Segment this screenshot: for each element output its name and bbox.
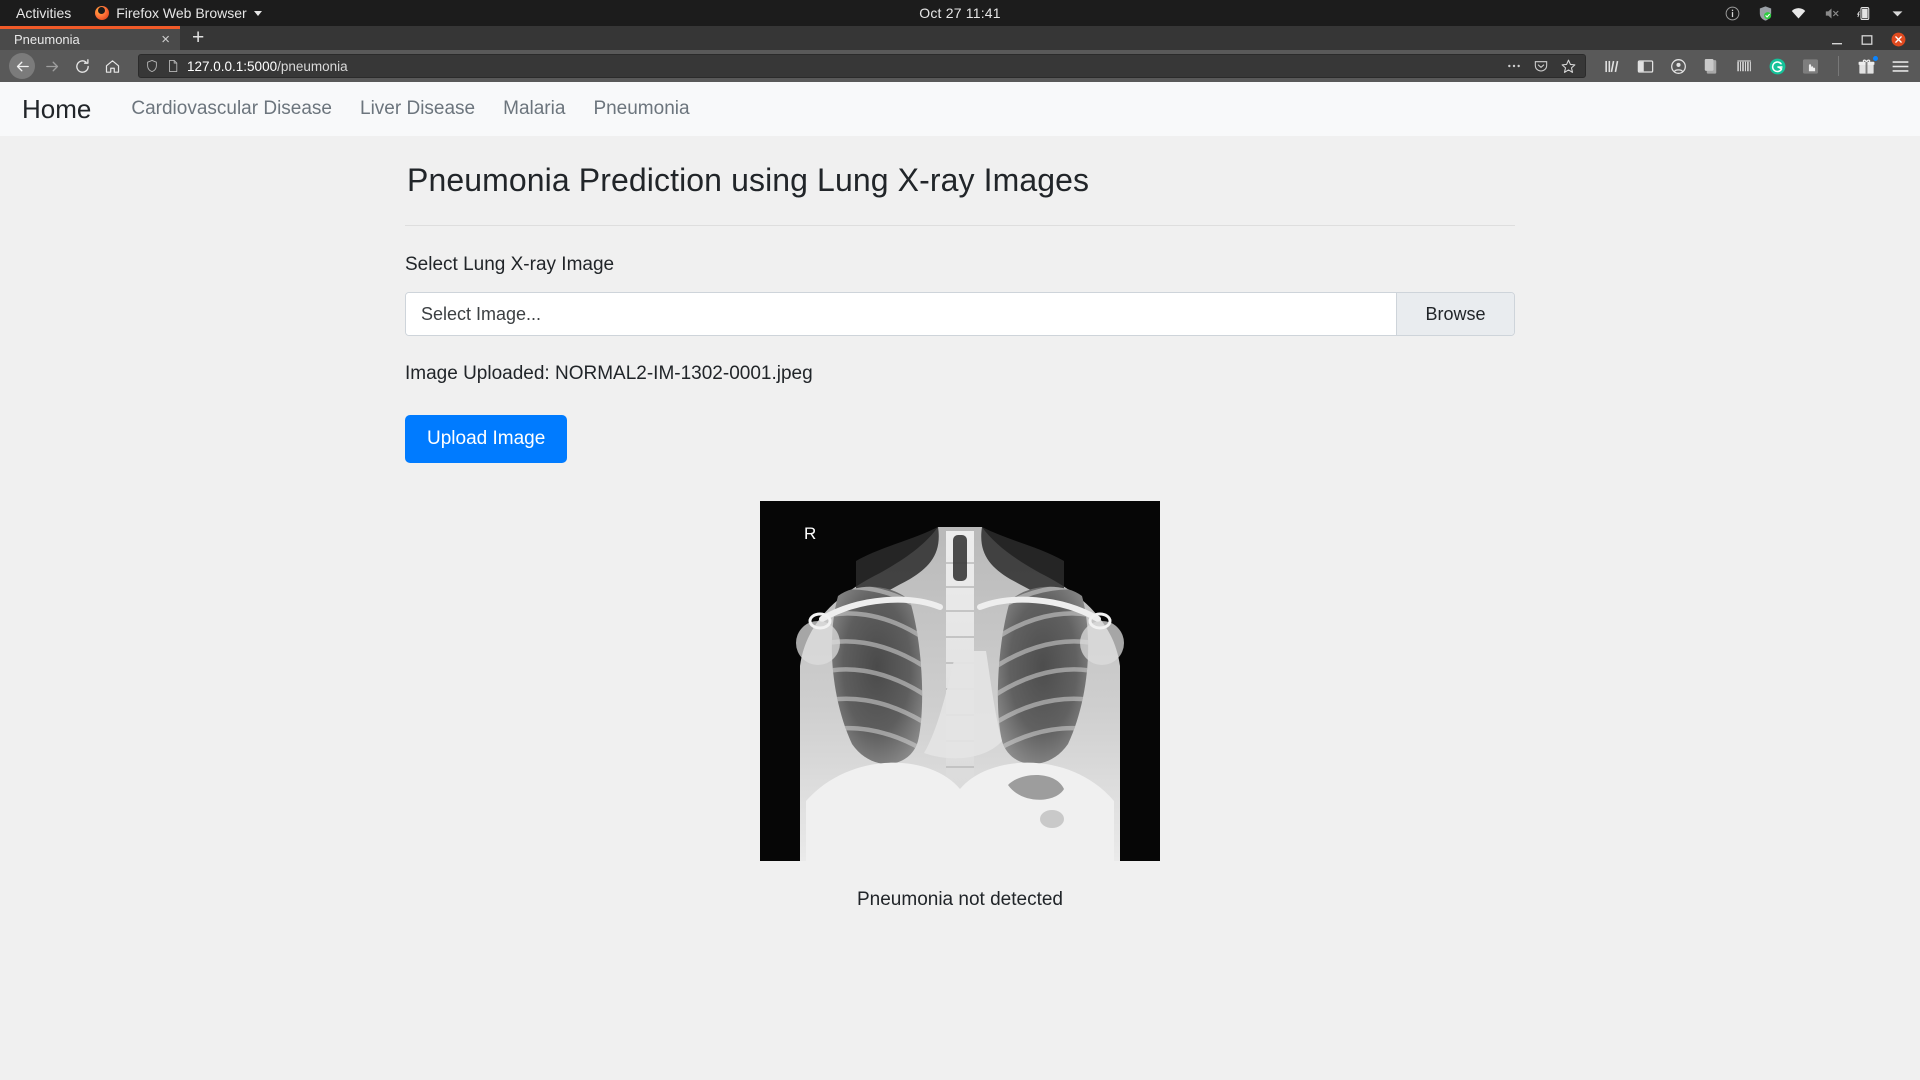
tab-title: Pneumonia — [14, 32, 80, 47]
volume-muted-icon[interactable] — [1823, 5, 1840, 22]
toolbar-divider — [1838, 56, 1839, 76]
url-bar[interactable]: 127.0.0.1:5000/pneumonia — [138, 54, 1586, 78]
library-icon[interactable] — [1603, 57, 1622, 76]
forward-button[interactable] — [39, 53, 65, 79]
uploaded-file-status: Image Uploaded: NORMAL2-IM-1302-0001.jpe… — [405, 363, 813, 384]
barcode-icon[interactable] — [1735, 57, 1754, 76]
xray-orientation-marker: R — [804, 524, 816, 543]
info-icon[interactable] — [1724, 5, 1741, 22]
maximize-icon[interactable] — [1861, 34, 1873, 46]
battery-charging-icon[interactable] — [1856, 5, 1873, 22]
page-title: Pneumonia Prediction using Lung X-ray Im… — [407, 162, 1090, 198]
minimize-icon[interactable] — [1831, 34, 1843, 46]
system-clock[interactable]: Oct 27 11:41 — [919, 5, 1001, 21]
browser-tab-pneumonia[interactable]: Pneumonia × — [0, 26, 180, 50]
home-icon — [105, 59, 119, 73]
sidebar-icon[interactable] — [1636, 57, 1655, 76]
title-divider — [405, 225, 1515, 226]
upload-image-button[interactable]: Upload Image — [405, 415, 568, 463]
browse-button[interactable]: Browse — [1396, 293, 1514, 335]
pocket-icon[interactable] — [1533, 58, 1549, 74]
browser-tab-bar: Pneumonia × + — [0, 26, 1920, 50]
file-input-group[interactable]: Select Image... Browse — [405, 292, 1515, 336]
wifi-icon[interactable] — [1790, 5, 1807, 22]
site-navbar: Home Cardiovascular Disease Liver Diseas… — [0, 82, 1920, 136]
url-bar-actions — [1506, 58, 1579, 75]
nav-link-malaria[interactable]: Malaria — [489, 98, 579, 120]
chevron-down-icon[interactable] — [1889, 5, 1906, 22]
nav-link-liver[interactable]: Liver Disease — [346, 98, 489, 120]
app-menu-firefox[interactable]: Firefox Web Browser — [85, 5, 271, 21]
more-options-icon[interactable] — [1506, 58, 1522, 74]
close-window-icon[interactable] — [1891, 32, 1906, 47]
content-container: Pneumonia Prediction using Lung X-ray Im… — [405, 162, 1515, 911]
nav-link-pneumonia[interactable]: Pneumonia — [579, 98, 703, 120]
xray-preview-wrapper: R — [405, 501, 1515, 861]
new-tab-button[interactable]: + — [180, 27, 216, 50]
bookmark-star-icon[interactable] — [1560, 58, 1577, 75]
page-viewport: Home Cardiovascular Disease Liver Diseas… — [0, 82, 1920, 1080]
back-button[interactable] — [9, 53, 35, 79]
hamburger-menu-icon[interactable] — [1890, 56, 1911, 77]
nav-link-cardiovascular[interactable]: Cardiovascular Disease — [117, 98, 346, 120]
chevron-down-icon — [253, 10, 262, 16]
back-icon — [16, 61, 29, 71]
reload-button[interactable] — [69, 53, 95, 79]
account-icon[interactable] — [1669, 57, 1688, 76]
activities-button[interactable]: Activities — [0, 5, 85, 21]
main-content: Pneumonia Prediction using Lung X-ray Im… — [0, 136, 1920, 911]
close-icon[interactable]: × — [155, 32, 170, 47]
nav-brand-home[interactable]: Home — [22, 94, 117, 125]
gift-badge — [1872, 54, 1879, 62]
file-input-display[interactable]: Select Image... — [406, 293, 1396, 335]
browser-nav-bar: 127.0.0.1:5000/pneumonia — [0, 50, 1920, 82]
gnome-top-bar: Activities Firefox Web Browser Oct 27 11… — [0, 0, 1920, 26]
url-path: /pneumonia — [277, 58, 348, 74]
grammarly-icon[interactable] — [1768, 57, 1787, 76]
gift-button[interactable] — [1857, 54, 1879, 76]
reload-icon — [75, 58, 89, 73]
clipboard-icon[interactable] — [1702, 57, 1721, 76]
url-text[interactable]: 127.0.0.1:5000/pneumonia — [187, 59, 1499, 74]
url-host: 127.0.0.1:5000 — [187, 58, 278, 74]
file-field-label: Select Lung X-ray Image — [405, 254, 615, 275]
page-info-icon[interactable] — [166, 59, 180, 73]
shield-check-icon[interactable] — [1757, 5, 1774, 22]
extension-hand-icon[interactable] — [1801, 57, 1820, 76]
shield-icon[interactable] — [145, 59, 159, 73]
app-menu-label: Firefox Web Browser — [116, 5, 247, 21]
browser-toolbar-actions — [1597, 54, 1911, 77]
firefox-logo-icon — [95, 6, 110, 20]
home-button[interactable] — [99, 53, 125, 79]
system-tray — [1724, 5, 1920, 22]
forward-icon — [45, 61, 58, 71]
chest-xray-image: R — [760, 501, 1160, 861]
prediction-result: Pneumonia not detected — [857, 889, 1063, 910]
